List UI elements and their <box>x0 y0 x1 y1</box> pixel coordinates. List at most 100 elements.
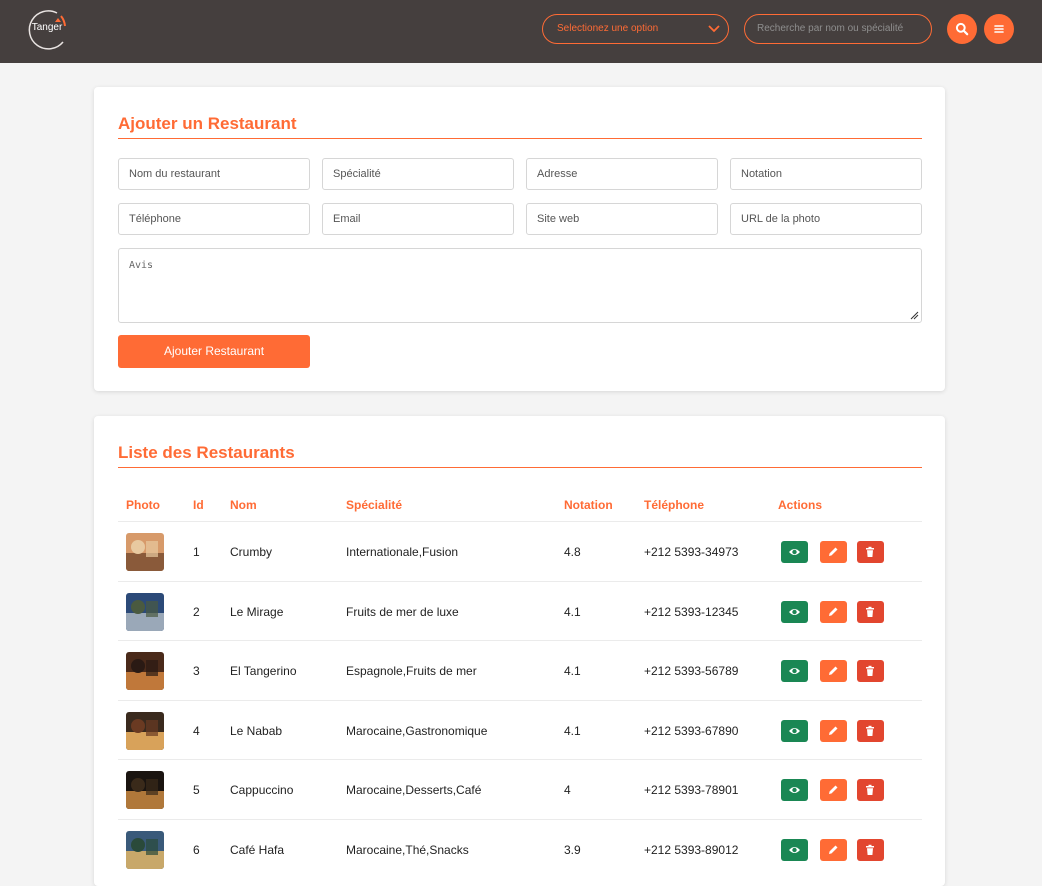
edit-button[interactable] <box>820 541 847 563</box>
search-input[interactable]: Recherche par nom ou spécialité <box>744 14 932 44</box>
pencil-icon <box>829 726 838 735</box>
cell-telephone: +212 5393-12345 <box>644 604 739 619</box>
cell-id: 4 <box>193 723 200 738</box>
cell-notation: 4 <box>564 783 571 797</box>
edit-button[interactable] <box>820 600 847 623</box>
delete-button[interactable] <box>857 838 884 861</box>
cell-specialite: Espagnole,Fruits de mer <box>346 664 477 678</box>
cell-telephone: +212 5393-78901 <box>644 783 739 797</box>
category-select[interactable]: Selectionez une option <box>542 14 729 44</box>
restaurant-photo <box>126 830 164 869</box>
cell-id: 6 <box>193 842 200 857</box>
edit-button[interactable] <box>820 838 847 861</box>
cell-id: 3 <box>193 664 200 678</box>
col-header-id: Id <box>193 498 204 512</box>
cell-telephone: +212 5393-67890 <box>644 723 739 738</box>
eye-icon <box>789 608 800 615</box>
review-placeholder: Avis <box>129 260 154 271</box>
hamburger-icon <box>994 25 1004 33</box>
view-button[interactable] <box>781 660 808 682</box>
eye-icon <box>789 787 800 793</box>
delete-button[interactable] <box>857 541 884 563</box>
restaurant-list-card: Liste des Restaurants Photo Id Nom Spéci… <box>94 416 945 886</box>
resize-handle-icon[interactable] <box>909 310 919 320</box>
search-icon <box>955 22 969 36</box>
speciality-field[interactable]: Spécialité <box>322 158 514 190</box>
cell-nom: Crumby <box>230 545 273 559</box>
view-button[interactable] <box>781 779 808 801</box>
pencil-icon <box>829 666 838 675</box>
col-header-photo: Photo <box>126 498 160 512</box>
restaurant-photo <box>126 652 164 690</box>
email-field[interactable]: Email <box>322 203 514 235</box>
search-button[interactable] <box>947 14 977 44</box>
website-field[interactable]: Site web <box>526 203 718 235</box>
edit-button[interactable] <box>820 660 847 682</box>
col-header-specialite: Spécialité <box>346 498 403 512</box>
name-field[interactable]: Nom du restaurant <box>118 158 310 190</box>
cell-nom: Le Mirage <box>230 604 284 619</box>
col-header-nom: Nom <box>230 498 257 512</box>
top-navbar: Tanger Selectionez une option Recherche … <box>0 0 1042 63</box>
cell-id: 5 <box>193 783 200 797</box>
chevron-down-icon <box>708 25 720 33</box>
delete-button[interactable] <box>857 660 884 682</box>
cell-notation: 4.1 <box>564 664 581 678</box>
photo-url-field[interactable]: URL de la photo <box>730 203 922 235</box>
cell-specialite: Fruits de mer de luxe <box>346 604 459 619</box>
pencil-icon <box>829 547 838 556</box>
table-row: 2 Le Mirage Fruits de mer de luxe 4.1 +212 5… <box>118 580 922 642</box>
cell-telephone: +212 5393-89012 <box>644 842 739 857</box>
phone-field[interactable]: Téléphone <box>118 203 310 235</box>
eye-icon <box>789 549 800 555</box>
table-row: 5 Cappuccino Marocaine,Desserts,Café 4 +212 … <box>118 759 922 820</box>
edit-button[interactable] <box>820 779 847 801</box>
menu-button[interactable] <box>984 14 1014 44</box>
logo[interactable]: Tanger <box>25 8 69 52</box>
restaurant-photo <box>126 592 164 631</box>
col-header-notation: Notation <box>564 498 613 512</box>
trash-icon <box>866 546 874 557</box>
delete-button[interactable] <box>857 779 884 801</box>
view-button[interactable] <box>781 600 808 623</box>
delete-button[interactable] <box>857 719 884 742</box>
trash-icon <box>866 844 874 855</box>
pencil-icon <box>829 607 838 616</box>
add-restaurant-card: Ajouter un Restaurant Nom du restaurant … <box>94 87 945 391</box>
title-divider <box>118 138 922 139</box>
restaurant-photo <box>126 711 164 750</box>
select-value: Selectionez une option <box>557 23 659 34</box>
cell-specialite: Marocaine,Desserts,Café <box>346 783 482 797</box>
restaurant-photo <box>126 771 164 809</box>
col-header-telephone: Téléphone <box>644 498 705 512</box>
delete-button[interactable] <box>857 600 884 623</box>
add-restaurant-button[interactable]: Ajouter Restaurant <box>118 335 310 368</box>
eye-icon <box>789 727 800 734</box>
cell-notation: 4.1 <box>564 723 581 738</box>
table-row: 4 Le Nabab Marocaine,Gastronomique 4.1 +212 … <box>118 699 922 761</box>
cell-notation: 4.8 <box>564 545 581 559</box>
trash-icon <box>866 665 874 676</box>
cell-id: 2 <box>193 604 200 619</box>
cell-nom: Café Hafa <box>230 842 285 857</box>
cell-telephone: +212 5393-56789 <box>644 664 739 678</box>
list-title: Liste des Restaurants <box>118 443 295 462</box>
cell-id: 1 <box>193 545 200 559</box>
cell-telephone: +212 5393-34973 <box>644 545 739 559</box>
table-row: 6 Café Hafa Marocaine,Thé,Snacks 3.9 +212 53… <box>118 818 922 880</box>
cell-nom: El Tangerino <box>230 664 297 678</box>
view-button[interactable] <box>781 838 808 861</box>
logo-text: Tanger <box>31 22 63 33</box>
view-button[interactable] <box>781 719 808 742</box>
col-header-actions: Actions <box>778 498 823 512</box>
review-textarea[interactable]: Avis <box>118 248 922 323</box>
rating-field[interactable]: Notation <box>730 158 922 190</box>
list-title-divider <box>118 467 922 468</box>
address-field[interactable]: Adresse <box>526 158 718 190</box>
eye-icon <box>789 846 800 853</box>
edit-button[interactable] <box>820 719 847 742</box>
view-button[interactable] <box>781 541 808 563</box>
table-row: 1 Crumby Internationale,Fusion 4.8 +212 5393… <box>118 521 922 582</box>
cell-specialite: Marocaine,Gastronomique <box>346 723 488 738</box>
trash-icon <box>866 784 874 795</box>
